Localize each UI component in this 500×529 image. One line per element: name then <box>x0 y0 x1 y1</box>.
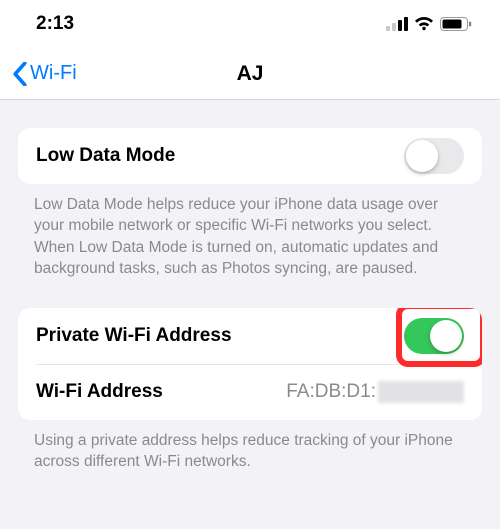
battery-icon <box>440 17 472 31</box>
wifi-address-value: FA:DB:D1: <box>286 381 464 403</box>
status-bar: 2:13 <box>0 0 500 48</box>
row-wifi-address: Wi-Fi Address FA:DB:D1: <box>36 364 482 420</box>
row-label: Wi-Fi Address <box>36 381 163 403</box>
wifi-icon <box>414 17 434 31</box>
row-label: Low Data Mode <box>36 145 175 167</box>
status-time: 2:13 <box>36 13 74 35</box>
row-label: Private Wi-Fi Address <box>36 325 232 347</box>
row-low-data-mode[interactable]: Low Data Mode <box>18 128 482 184</box>
cellular-icon <box>386 17 408 31</box>
back-label: Wi-Fi <box>30 62 77 85</box>
redacted-icon <box>378 381 464 403</box>
group-footer: Using a private address helps reduce tra… <box>0 420 500 473</box>
group-footer: Low Data Mode helps reduce your iPhone d… <box>0 184 500 280</box>
chevron-left-icon <box>12 62 28 86</box>
low-data-mode-toggle[interactable] <box>404 138 464 174</box>
row-private-wifi-address[interactable]: Private Wi-Fi Address <box>18 308 482 364</box>
nav-bar: Wi-Fi AJ <box>0 48 500 100</box>
group-low-data: Low Data Mode <box>18 128 482 184</box>
status-right <box>386 17 472 31</box>
private-wifi-address-toggle[interactable] <box>404 318 464 354</box>
group-address: Private Wi-Fi Address Wi-Fi Address FA:D… <box>18 308 482 420</box>
back-button[interactable]: Wi-Fi <box>12 62 77 86</box>
content: Low Data Mode Low Data Mode helps reduce… <box>0 100 500 472</box>
